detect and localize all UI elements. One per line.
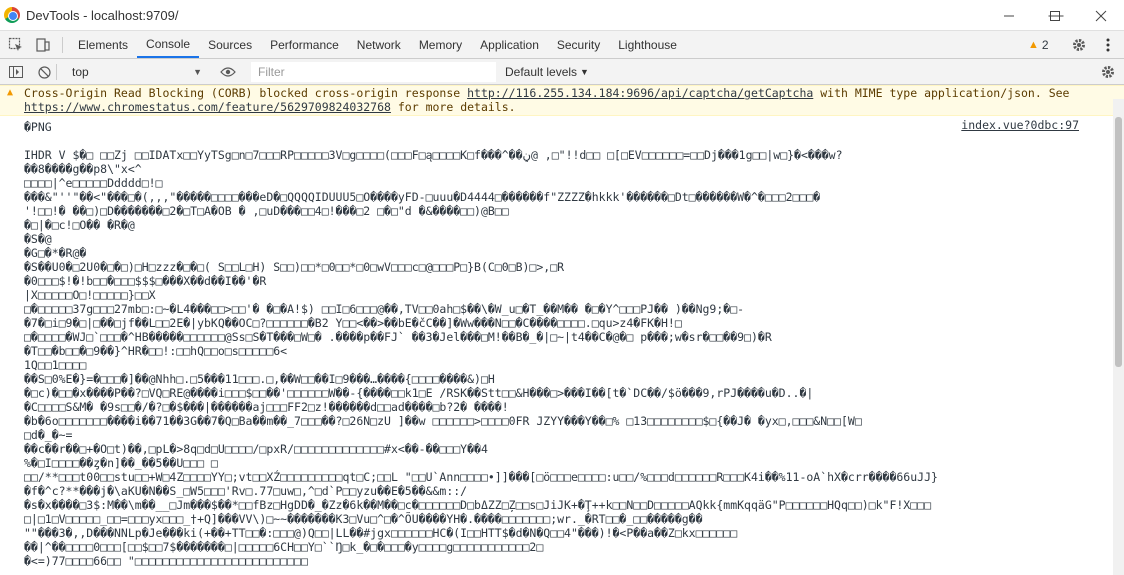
- log-line: �7�□i□9�□|□��□jf��L□□2E�|ybKQ��OC□?□□□□□…: [24, 316, 682, 330]
- warning-icon: ▲: [1028, 38, 1039, 51]
- minimize-button-glyph[interactable]: [986, 0, 1032, 31]
- console-settings-button[interactable]: [1096, 59, 1120, 85]
- log-line: ""���3�,,D���NNLp�Je���ki(+��+TT□□�:□□□@…: [24, 526, 738, 540]
- log-line: ��c��r��□+�O□t)��,□pL�>8q□d□U□□□□/□pxR/□…: [24, 442, 488, 456]
- window-title-bar: DevTools - localhost:9709/ —: [0, 0, 1124, 31]
- more-options-button[interactable]: [1096, 31, 1120, 58]
- device-toolbar-button[interactable]: [29, 31, 56, 58]
- tab-application[interactable]: Application: [471, 31, 548, 58]
- png-binary-log-message: index.vue?0dbc:97 �PNG IHDR V $�□ □□Zj □…: [0, 116, 1124, 571]
- warning-count-badge[interactable]: ▲ 2: [1028, 31, 1049, 58]
- log-line: �S�@: [24, 232, 52, 246]
- live-expression-button[interactable]: [216, 59, 240, 85]
- dropdown-arrow-icon: ▼: [193, 66, 202, 77]
- settings-button[interactable]: [1067, 31, 1091, 58]
- close-icon: [1095, 10, 1107, 21]
- warning-text-mid: with MIME type application/json. See: [813, 86, 1070, 100]
- scrollbar-thumb[interactable]: [1115, 117, 1122, 367]
- dropdown-arrow-icon: ▼: [580, 67, 589, 77]
- log-line: �0□□□$!�!b□□�□□□$$$□���X��d��I��'�R: [24, 274, 267, 288]
- console-scrollbar[interactable]: [1113, 99, 1124, 575]
- log-line: �C□□□□S&M� �9s□□�/�?□�$���|������aj□□□FF…: [24, 400, 509, 414]
- gear-icon: [1102, 66, 1114, 78]
- warning-icon: ▲: [7, 87, 14, 98]
- gear-icon: [1073, 38, 1085, 51]
- log-line: IHDR V $�□ □□Zj □□IDATx□□YyTSg□n□7□□□RP□…: [24, 148, 843, 162]
- tab-console[interactable]: Console: [137, 31, 200, 58]
- clear-icon: [38, 65, 51, 79]
- minimize-icon: [1004, 15, 1014, 16]
- log-line: �S��U0�□2U0�□�□)□H□zzz�□�□( S□□L□H) S□□)…: [24, 260, 565, 274]
- warning-text-post: for more details.: [390, 100, 516, 114]
- log-line: 1Q□□1□□□□: [24, 358, 87, 372]
- context-value: top: [72, 64, 89, 79]
- source-link[interactable]: index.vue?0dbc:97: [961, 118, 1079, 132]
- tab-lighthouse[interactable]: Lighthouse: [609, 31, 686, 58]
- close-button[interactable]: [1078, 0, 1124, 31]
- kebab-menu-icon: [1106, 38, 1110, 51]
- context-selector[interactable]: top ▼: [66, 61, 206, 82]
- log-line: ���&"''"��<"���□�(,,,"�����□□□□���eD�□QQ…: [24, 190, 821, 204]
- log-line: '!□□!� ��□)□D�������□2�□T□A�OB � ,□uD���…: [24, 204, 509, 218]
- maximize-button[interactable]: [1032, 0, 1078, 31]
- tab-security[interactable]: Security: [548, 31, 609, 58]
- tab-network[interactable]: Network: [348, 31, 410, 58]
- log-line: ��S□0%E�}=�□□□�]��@Nhh□.□5���11□□□.□,��W…: [24, 372, 495, 386]
- tab-performance[interactable]: Performance: [261, 31, 348, 58]
- log-line: �G□�*�R@�: [24, 246, 87, 260]
- inspect-cursor-icon: [8, 37, 22, 51]
- console-output: ▲ Cross-Origin Read Blocking (CORB) bloc…: [0, 85, 1124, 575]
- log-levels-dropdown[interactable]: Default levels ▼: [505, 59, 589, 85]
- show-sidebar-button[interactable]: [2, 59, 29, 85]
- maximize-icon: [1050, 10, 1060, 21]
- log-line: �f�^c?**���j�\aKU�N��S_□W5□□□'Rv□.77□uw□…: [24, 484, 468, 498]
- sidebar-toggle-icon: [8, 66, 23, 78]
- log-line: ��8����g��p8\"x<^: [24, 162, 142, 176]
- log-line: �<=)77□□□□66□□ "□□□□□□□□□□□□□□□□□□□□□□□□…: [24, 554, 308, 568]
- devtools-tab-bar: Elements Console Sources Performance Net…: [0, 31, 1124, 59]
- warning-count: 2: [1041, 37, 1049, 52]
- log-line: ��|^��□□□□0□□□[□□$□□7$�������□|□□□□□6CH□…: [24, 540, 544, 554]
- warning-text-pre: Cross-Origin Read Blocking (CORB) blocke…: [24, 86, 468, 100]
- chrome-app-icon: [4, 7, 20, 23]
- inspect-element-button[interactable]: [2, 31, 29, 58]
- log-line: �PNG: [24, 120, 52, 134]
- toolbar-divider: [56, 64, 57, 80]
- log-line: □d�_�~=: [24, 428, 73, 442]
- toolbar-divider: [62, 36, 63, 53]
- log-lines: �PNG IHDR V $�□ □□Zj □□IDATx□□YyTSg□n□7□…: [24, 120, 1079, 568]
- tab-sources[interactable]: Sources: [199, 31, 261, 58]
- log-line: �b�6o□□□□□□□����i��71��3G��7�Q□Ba��m��_7…: [24, 414, 862, 428]
- log-levels-label: Default levels: [505, 65, 578, 79]
- log-line: �s�x����□3$:M��\m��__□Jm���$��*□□fBz□HgD…: [24, 498, 931, 512]
- log-line: □□□□|^e□□□□□Ddddd□!□: [24, 176, 163, 190]
- log-line: □|□1□V□□□□□_□□=□□□yx□□□_†+Q]���VV\)□~~��…: [24, 512, 703, 526]
- device-mode-icon: [35, 37, 50, 52]
- log-line: □�□□□□□37g□□□27mb□:□~�L4���□□>□□'� �□�A!…: [24, 302, 745, 316]
- log-line: □�□□□□�WJ□`□□□�^HB�����□□□□□□@Ss□S�T���□…: [24, 330, 772, 344]
- captcha-url-link[interactable]: http://116.255.134.184:9696/api/captcha/…: [467, 86, 813, 100]
- log-line: |X□□□□□O□!□□□□□}□□X: [24, 288, 156, 302]
- console-toolbar: top ▼ Default levels ▼: [0, 59, 1124, 85]
- window-title: DevTools - localhost:9709/: [26, 7, 179, 23]
- log-line: %�□I□□□□��ȥ�n]��_��5��U□□□ □: [24, 456, 218, 470]
- clear-console-button[interactable]: [31, 59, 58, 85]
- tab-elements[interactable]: Elements: [69, 31, 137, 58]
- tab-memory[interactable]: Memory: [410, 31, 471, 58]
- log-line: �□c)�□□�x����P��?□VQ□RE@����i□□□$□□��'□□…: [24, 386, 814, 400]
- filter-input[interactable]: [251, 62, 496, 82]
- eye-icon: [220, 67, 236, 77]
- chromestatus-link[interactable]: https://www.chromestatus.com/feature/562…: [24, 100, 391, 114]
- corb-warning-message: ▲ Cross-Origin Read Blocking (CORB) bloc…: [0, 85, 1124, 116]
- log-line: □□/**□□□t00□□stu□□+W□4Z□□□□YY□;vt□□XŹ□□□…: [24, 470, 938, 484]
- log-line: �T□□�b□□�□9��}^HR�□□!:□□hQ□□o□s□□□□□6<: [24, 344, 288, 358]
- log-line: �□|�□c!□O�� �R�@: [24, 218, 135, 232]
